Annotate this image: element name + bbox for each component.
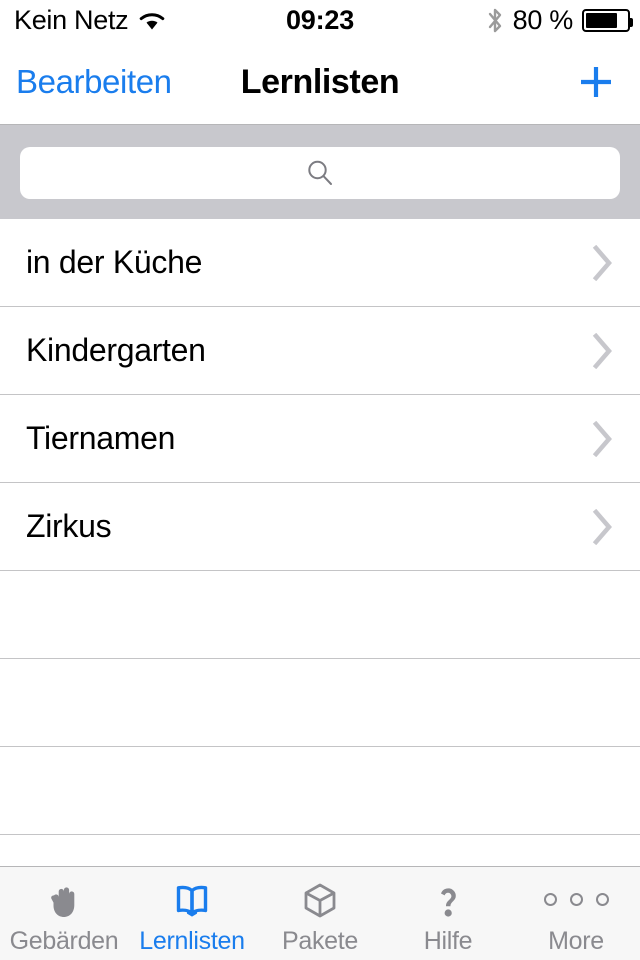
battery-percent-label: 80 % xyxy=(512,4,574,35)
hand-icon-wrapper xyxy=(41,876,87,924)
cube-icon-wrapper xyxy=(297,876,343,924)
table-row[interactable]: in der Küche xyxy=(0,219,640,307)
table-row[interactable]: Zirkus xyxy=(0,483,640,571)
tab-hilfe[interactable]: Hilfe xyxy=(384,867,512,960)
tab-bar: Gebärden Lernlisten Pakete Hilfe More xyxy=(0,866,640,960)
page-title: Lernlisten xyxy=(240,62,400,101)
tab-label: More xyxy=(548,926,604,955)
table-row[interactable]: Tiernamen xyxy=(0,395,640,483)
book-icon xyxy=(176,885,208,917)
list-item-label: Tiernamen xyxy=(26,420,176,456)
list-item-label: Zirkus xyxy=(26,508,112,544)
tab-label: Gebärden xyxy=(9,926,119,955)
tab-label: Hilfe xyxy=(423,926,473,955)
table-row-empty xyxy=(0,747,640,835)
tab-pakete[interactable]: Pakete xyxy=(256,867,384,960)
add-button[interactable] xyxy=(574,40,618,124)
search-icon xyxy=(308,160,332,185)
tab-lernlisten[interactable]: Lernlisten xyxy=(128,867,256,960)
book-icon-wrapper xyxy=(169,876,215,924)
tab-more[interactable]: More xyxy=(512,867,640,960)
table-row-empty xyxy=(0,659,640,747)
clock-label: 09:23 xyxy=(285,4,355,35)
status-bar-right: 80 % xyxy=(486,0,633,40)
ellipsis-icon xyxy=(543,893,609,906)
table-row-empty xyxy=(0,571,640,659)
table-row[interactable]: Kindergarten xyxy=(0,307,640,395)
tab-label: Lernlisten xyxy=(139,926,245,955)
hand-icon xyxy=(51,886,75,917)
tab-label: Pakete xyxy=(281,926,359,955)
ellipsis-icon-wrapper xyxy=(543,876,609,924)
learning-lists-table[interactable]: in der Küche Kindergarten Tiernamen Zirkus xyxy=(0,219,640,866)
cube-icon xyxy=(304,883,336,917)
search-bar-container xyxy=(0,125,640,219)
battery-icon xyxy=(582,8,633,32)
search-input[interactable] xyxy=(20,147,620,199)
status-bar: Kein Netz 09:23 80 % xyxy=(0,0,640,40)
chevron-right-icon xyxy=(592,508,612,545)
chevron-right-icon xyxy=(592,244,612,281)
app-screen: Kein Netz 09:23 80 % Bearbeiten Lernlist… xyxy=(0,0,640,960)
list-item-label: in der Küche xyxy=(26,244,203,280)
chevron-right-icon xyxy=(592,420,612,457)
bluetooth-icon xyxy=(488,8,501,32)
question-mark-icon xyxy=(441,887,456,917)
navigation-bar: Bearbeiten Lernlisten xyxy=(0,40,640,125)
list-item-label: Kindergarten xyxy=(26,332,206,368)
chevron-right-icon xyxy=(592,332,612,369)
tab-gebärden[interactable]: Gebärden xyxy=(0,867,128,960)
plus-icon xyxy=(581,67,611,97)
question-mark-icon-wrapper xyxy=(425,876,471,924)
